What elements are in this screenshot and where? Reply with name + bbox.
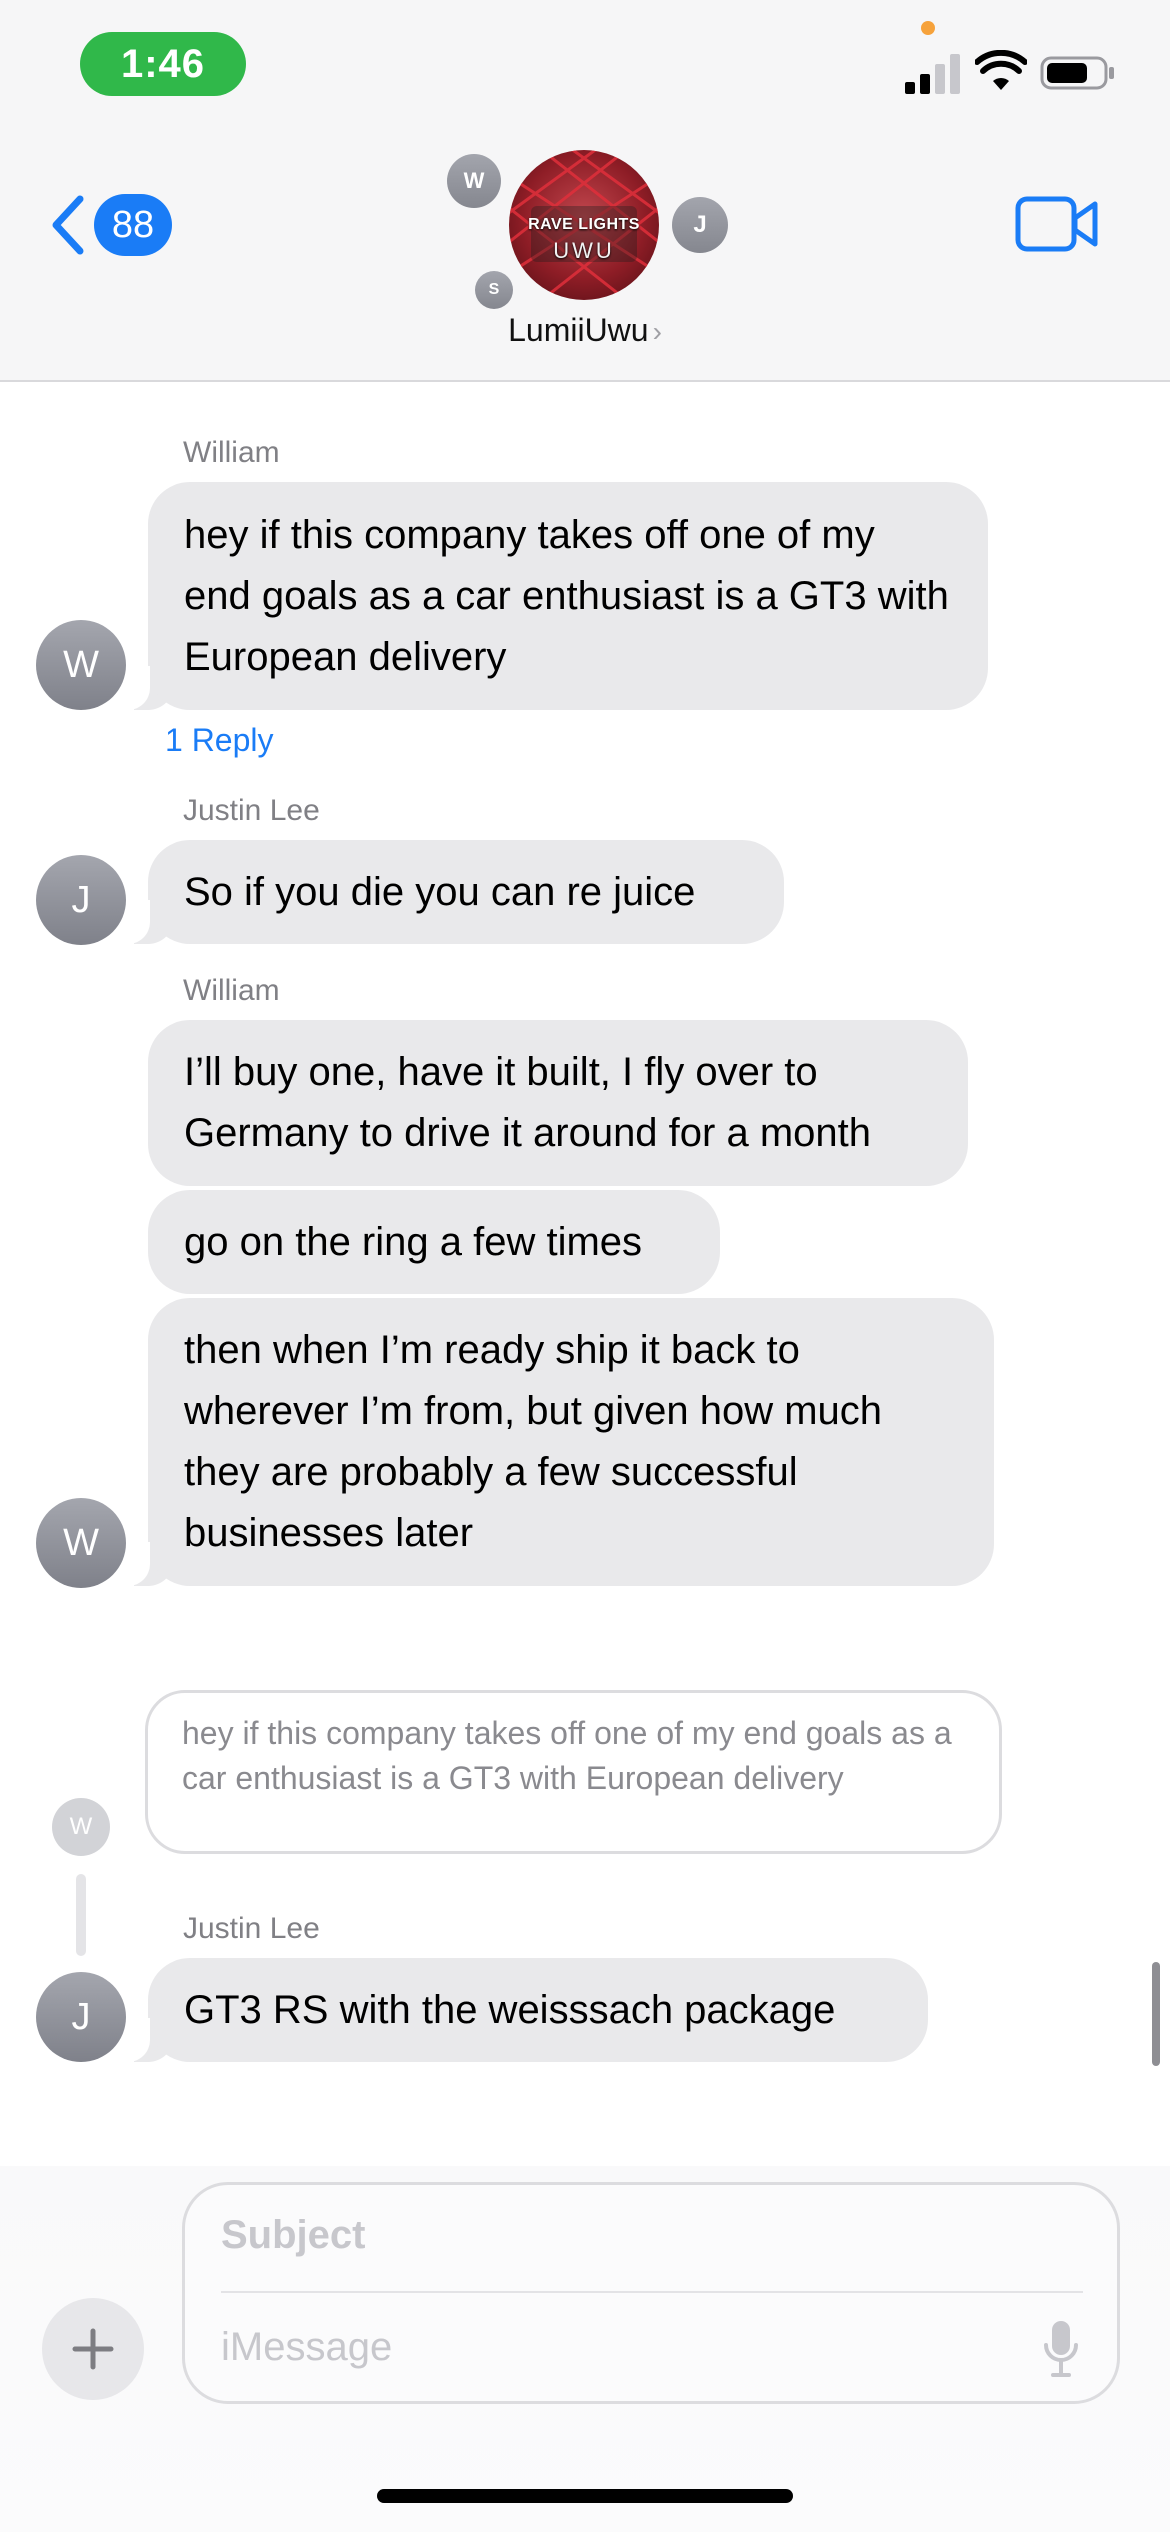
avatar-caption-top: RAVE LIGHTS bbox=[528, 216, 640, 233]
thread-reply-link[interactable]: 1 Reply bbox=[165, 722, 274, 759]
plus-icon bbox=[72, 2328, 114, 2370]
sender-name: Justin Lee bbox=[183, 794, 320, 827]
sender-name: William bbox=[183, 974, 280, 1007]
microphone-icon[interactable] bbox=[1043, 2319, 1079, 2379]
message-bubble[interactable]: go on the ring a few times bbox=[148, 1190, 720, 1294]
avatar-caption-bottom: UWU bbox=[553, 238, 615, 263]
message-bubble[interactable]: GT3 RS with the weisssach package bbox=[126, 1958, 928, 2062]
group-name-button[interactable]: LumiiUwu › bbox=[0, 312, 1170, 349]
message-bubble[interactable]: I’ll buy one, have it built, I fly over … bbox=[148, 1020, 968, 1186]
message-bubble[interactable]: then when I’m ready ship it back to wher… bbox=[126, 1298, 994, 1586]
member-avatar-w: W bbox=[447, 154, 501, 208]
member-avatar-s: S bbox=[475, 271, 513, 309]
back-button[interactable]: 88 bbox=[48, 190, 172, 260]
sender-name: William bbox=[183, 436, 280, 469]
chevron-right-icon: › bbox=[652, 316, 662, 347]
home-indicator[interactable] bbox=[377, 2489, 793, 2503]
message-text: GT3 RS with the weisssach package bbox=[184, 1987, 836, 2032]
wifi-icon bbox=[975, 50, 1027, 90]
message-text: So if you die you can re juice bbox=[184, 869, 696, 914]
facetime-video-icon[interactable] bbox=[1015, 196, 1099, 252]
input-divider bbox=[221, 2291, 1083, 2293]
message-bubble[interactable]: hey if this company takes off one of my … bbox=[126, 482, 988, 710]
cellular-signal-icon bbox=[905, 54, 960, 94]
message-text: hey if this company takes off one of my … bbox=[184, 512, 949, 679]
message-bubble[interactable]: So if you die you can re juice bbox=[126, 840, 784, 944]
chevron-left-icon bbox=[52, 195, 84, 255]
group-avatar[interactable]: RAVE LIGHTS UWU bbox=[509, 150, 659, 300]
privacy-indicator-dot bbox=[921, 21, 935, 35]
scrollbar[interactable] bbox=[1152, 1962, 1160, 2066]
quoted-message-text: hey if this company takes off one of my … bbox=[182, 1715, 952, 1796]
thread-connector-line bbox=[76, 1874, 86, 1956]
status-time[interactable]: 1:46 bbox=[80, 32, 246, 96]
message-text: then when I’m ready ship it back to wher… bbox=[184, 1328, 883, 1555]
subject-field[interactable]: Subject bbox=[221, 2213, 365, 2258]
battery-icon bbox=[1040, 56, 1114, 90]
quoted-message-bubble[interactable]: hey if this company takes off one of my … bbox=[145, 1690, 1002, 1854]
add-attachment-button[interactable] bbox=[42, 2298, 144, 2400]
sender-avatar[interactable]: J bbox=[36, 1972, 126, 2062]
status-bar: 1:46 bbox=[0, 0, 1170, 130]
sender-avatar[interactable]: W bbox=[36, 1498, 126, 1588]
sender-avatar[interactable]: J bbox=[36, 855, 126, 945]
sender-avatar[interactable]: W bbox=[36, 620, 126, 710]
imessage-field[interactable]: iMessage bbox=[221, 2325, 392, 2370]
message-text: I’ll buy one, have it built, I fly over … bbox=[184, 1050, 871, 1155]
message-input-box[interactable]: Subject iMessage bbox=[182, 2182, 1120, 2404]
message-text: go on the ring a few times bbox=[184, 1219, 643, 1264]
group-name: LumiiUwu bbox=[508, 312, 649, 348]
sender-name: Justin Lee bbox=[183, 1912, 320, 1945]
member-avatar-j: J bbox=[672, 197, 728, 253]
unread-count-badge: 88 bbox=[94, 194, 172, 256]
quoted-sender-avatar: W bbox=[52, 1798, 110, 1856]
